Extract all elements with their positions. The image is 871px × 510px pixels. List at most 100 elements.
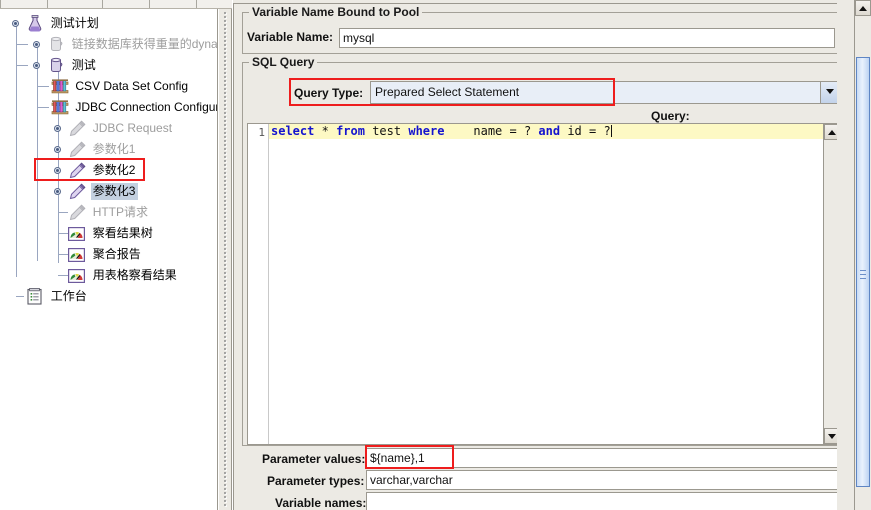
sql-predicate-name: name = ? <box>473 124 532 138</box>
sql-keyword-from: from <box>336 124 365 138</box>
tree-node-label: 测试计划 <box>50 16 99 31</box>
tree-node-label: 工作台 <box>50 289 87 304</box>
tree-node-label: JDBC Connection Configurat <box>75 100 218 115</box>
tree-node-label: 测试 <box>71 58 96 73</box>
toolbar-button-templates[interactable] <box>47 0 103 8</box>
sql-table-name: test <box>372 124 402 138</box>
tree-node-label: 聚合报告 <box>92 247 141 262</box>
window-vertical-scrollbar[interactable] <box>854 0 871 510</box>
variable-names-input[interactable] <box>366 492 840 510</box>
sampler-pipette-icon <box>67 140 87 159</box>
window-scrollbar-thumb[interactable] <box>856 57 870 487</box>
scrollbar-grip <box>860 278 866 279</box>
sql-star: * <box>321 124 329 138</box>
sql-keyword-and: and <box>538 124 561 138</box>
test-plan-tree-panel[interactable]: 测试计划 链接数据库获得重量的dynamic <box>0 9 218 510</box>
sampler-pipette-icon <box>67 161 87 180</box>
sql-space <box>329 124 336 138</box>
tree-node-label: HTTP请求 <box>92 205 149 220</box>
tree-line-h <box>37 107 49 108</box>
config-rack-icon <box>50 98 70 117</box>
parameter-types-input[interactable]: varchar,varchar <box>366 470 840 490</box>
sql-predicate-id: id = ? <box>567 124 611 138</box>
right-edge-filler <box>837 0 854 510</box>
sampler-pipette-icon <box>67 119 87 138</box>
tree-line-h <box>37 86 49 87</box>
test-plan-flask-icon <box>25 14 45 33</box>
toolbar-button-new[interactable] <box>0 0 48 8</box>
tree-node-param-3[interactable]: 参数化3 <box>0 181 217 202</box>
line-number: 1 <box>258 126 265 139</box>
sampler-pipette-icon <box>67 203 87 222</box>
tree-node-view-results-in-table[interactable]: 用表格察看结果 <box>0 265 217 286</box>
sampler-pipette-icon <box>67 182 87 201</box>
variable-name-label: Variable Name: <box>247 30 334 44</box>
workbench-clipboard-icon <box>25 287 45 306</box>
listener-gauge-icon <box>67 245 87 264</box>
tree-node-param-1[interactable]: 参数化1 <box>0 139 217 160</box>
test-plan-tree[interactable]: 测试计划 链接数据库获得重量的dynamic <box>0 9 217 307</box>
tree-node-label: 参数化2 <box>92 163 136 178</box>
tree-node-label: 参数化1 <box>92 142 136 157</box>
tree-node-jdbc-connection-configuration[interactable]: JDBC Connection Configurat <box>0 97 217 118</box>
tree-node-view-results-tree[interactable]: 察看结果树 <box>0 223 217 244</box>
tree-node-jdbc-request[interactable]: JDBC Request <box>0 118 217 139</box>
tree-node-thread-group-test[interactable]: 测试 <box>0 55 217 76</box>
tree-node-label: CSV Data Set Config <box>75 79 189 94</box>
sql-gap <box>444 124 473 138</box>
tree-node-param-2[interactable]: 参数化2 <box>0 160 217 181</box>
tree-node-label-selected: 参数化3 <box>90 183 139 201</box>
tree-line-h <box>16 65 28 66</box>
parameter-values-label: Parameter values: <box>262 452 366 466</box>
jdbc-request-editor-inner: Variable Name Bound to Pool Variable Nam… <box>233 3 848 510</box>
tree-node-csv-data-set-config[interactable]: CSV Data Set Config <box>0 76 217 97</box>
group-title-sql-query: SQL Query <box>249 55 318 69</box>
scrollbar-grip <box>860 270 866 271</box>
tree-node-label: JDBC Request <box>92 121 173 136</box>
tree-node-label: 用表格察看结果 <box>92 268 177 283</box>
variable-names-label: Variable names: <box>275 496 367 510</box>
parameter-values-input[interactable]: ${name},1 <box>366 448 840 468</box>
tree-node-aggregate-report[interactable]: 聚合报告 <box>0 244 217 265</box>
sql-keyword-select: select <box>271 124 315 138</box>
toolbar-button-open[interactable] <box>102 0 150 8</box>
split-pane-divider[interactable] <box>218 9 232 510</box>
query-type-selected-value: Prepared Select Statement <box>371 82 820 103</box>
toolbar-button-save[interactable] <box>149 0 197 8</box>
jdbc-request-editor-panel: Variable Name Bound to Pool Variable Nam… <box>232 0 848 510</box>
query-type-combobox[interactable]: Prepared Select Statement <box>370 81 840 104</box>
sql-keyword-where: where <box>408 124 445 138</box>
sql-code-line-1: select * from test where name = ? and id… <box>269 124 823 139</box>
thread-group-icon <box>46 56 66 75</box>
group-title-pool: Variable Name Bound to Pool <box>249 5 423 19</box>
scroll-up-arrow-icon[interactable] <box>855 0 871 16</box>
sql-space <box>314 124 321 138</box>
sql-code-area[interactable]: select * from test where name = ? and id… <box>269 124 823 444</box>
tree-node-test-plan[interactable]: 测试计划 <box>0 13 217 34</box>
split-pane-grip <box>223 11 228 508</box>
query-label: Query: <box>651 109 690 123</box>
scrollbar-grip <box>860 274 866 275</box>
parameter-types-label: Parameter types: <box>267 474 365 488</box>
tree-node-http-request[interactable]: HTTP请求 <box>0 202 217 223</box>
tree-node-workbench[interactable]: 工作台 <box>0 286 217 307</box>
text-caret <box>610 125 612 137</box>
listener-gauge-icon <box>67 224 87 243</box>
variable-name-input[interactable]: mysql <box>339 28 835 48</box>
tree-node-thread-group-disabled[interactable]: 链接数据库获得重量的dynamic <box>0 34 217 55</box>
tree-node-label: 察看结果树 <box>92 226 153 241</box>
sql-query-textarea[interactable]: 1 select * from test where name = ? and … <box>247 123 840 445</box>
query-type-label: Query Type: <box>294 86 364 100</box>
